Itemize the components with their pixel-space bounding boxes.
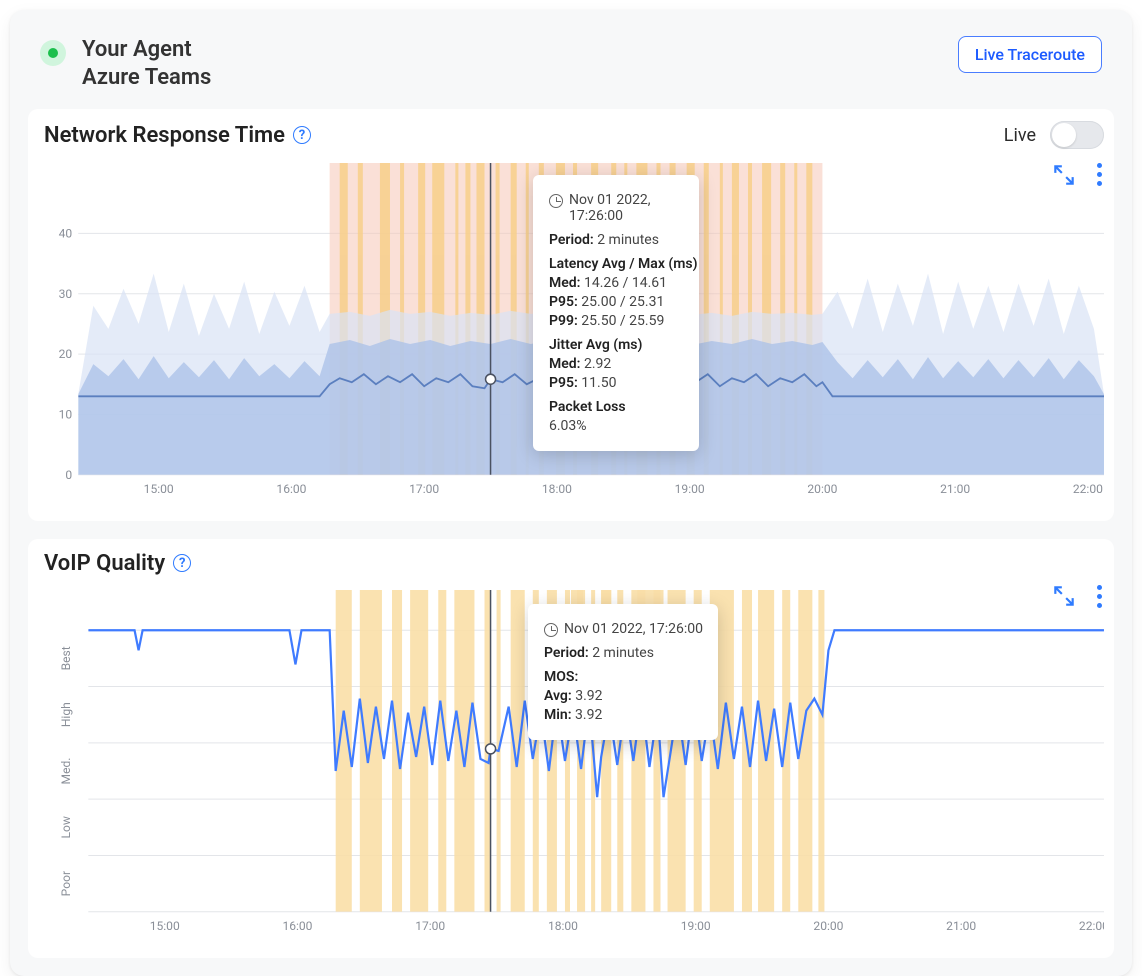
agent-subtitle: Azure Teams <box>82 64 211 92</box>
svg-text:18:00: 18:00 <box>542 482 572 496</box>
tt-timestamp-l1: Nov 01 2022, <box>569 192 651 208</box>
voip-quality-card: VoIP Quality ? <box>28 539 1114 958</box>
panel-title: VoIP Quality <box>44 551 165 576</box>
header: Your Agent Azure Teams Live Traceroute <box>10 10 1132 109</box>
titles: Your Agent Azure Teams <box>82 36 211 91</box>
voip-chart[interactable]: Poor Low Med. High Best <box>28 580 1114 958</box>
live-label: Live <box>1004 125 1036 146</box>
panel-title: Network Response Time <box>44 123 285 148</box>
svg-text:22:00: 22:00 <box>1073 482 1103 496</box>
tt-lat-p95-l: P95: <box>549 294 578 310</box>
live-toggle[interactable] <box>1050 121 1104 149</box>
svg-text:10: 10 <box>59 407 73 421</box>
header-left: Your Agent Azure Teams <box>40 36 211 91</box>
tt-lat-med-v: 14.26 / 14.61 <box>584 275 667 291</box>
tt-pl-header: Packet Loss <box>549 399 683 415</box>
network-response-card: Network Response Time ? Live <box>28 109 1114 521</box>
svg-text:20:00: 20:00 <box>807 482 837 496</box>
svg-text:18:00: 18:00 <box>548 919 578 933</box>
voip-tooltip: Nov 01 2022, 17:26:00 Period: 2 minutes … <box>528 604 718 740</box>
tt-lat-p99-l: P99: <box>549 313 578 329</box>
tt-min-v: 3.92 <box>575 707 602 723</box>
expand-icon[interactable] <box>1051 162 1077 188</box>
network-chart[interactable]: 0 10 20 30 40 <box>28 153 1114 521</box>
card-title: VoIP Quality ? <box>44 551 191 576</box>
svg-text:17:00: 17:00 <box>415 919 445 933</box>
svg-text:20: 20 <box>59 347 73 361</box>
agent-title: Your Agent <box>82 36 211 64</box>
tt-timestamp: Nov 01 2022, 17:26:00 <box>564 621 703 637</box>
dashboard-panel: Your Agent Azure Teams Live Traceroute N… <box>10 10 1132 976</box>
svg-text:21:00: 21:00 <box>940 482 970 496</box>
svg-text:High: High <box>59 702 73 727</box>
tt-period-value: 2 minutes <box>592 645 654 661</box>
tt-lat-med-l: Med: <box>549 275 580 291</box>
svg-text:Poor: Poor <box>59 871 73 896</box>
chart-toolbar <box>1051 583 1104 610</box>
svg-text:21:00: 21:00 <box>946 919 976 933</box>
clock-icon <box>544 623 558 637</box>
svg-text:40: 40 <box>59 226 73 240</box>
kebab-icon[interactable] <box>1095 583 1104 610</box>
tt-jit-med-v: 2.92 <box>584 356 611 372</box>
tt-lat-header: Latency Avg / Max (ms) <box>549 256 683 272</box>
svg-text:15:00: 15:00 <box>150 919 180 933</box>
tt-jit-med-l: Med: <box>549 356 580 372</box>
kebab-icon[interactable] <box>1095 161 1104 188</box>
chart-toolbar <box>1051 161 1104 188</box>
svg-text:19:00: 19:00 <box>675 482 705 496</box>
tt-timestamp-l2: 17:26:00 <box>569 208 623 224</box>
card-controls: Live <box>1004 121 1104 149</box>
live-traceroute-button[interactable]: Live Traceroute <box>958 36 1102 73</box>
svg-text:Low: Low <box>59 816 73 838</box>
tt-mos-label: MOS: <box>544 669 702 685</box>
status-dot-icon <box>40 40 66 66</box>
tt-jit-p95-v: 11.50 <box>581 375 616 391</box>
help-icon[interactable]: ? <box>173 554 191 572</box>
svg-text:16:00: 16:00 <box>282 919 312 933</box>
svg-text:30: 30 <box>59 287 73 301</box>
tt-jit-p95-l: P95: <box>549 375 578 391</box>
tt-lat-p99-v: 25.50 / 25.59 <box>581 313 664 329</box>
svg-text:16:00: 16:00 <box>276 482 306 496</box>
help-icon[interactable]: ? <box>293 126 311 144</box>
expand-icon[interactable] <box>1051 583 1077 609</box>
tt-jit-header: Jitter Avg (ms) <box>549 337 683 353</box>
svg-text:22:00: 22:00 <box>1079 919 1104 933</box>
clock-icon <box>549 194 563 208</box>
tt-period-value: 2 minutes <box>597 232 659 248</box>
tt-pl-value: 6.03% <box>549 418 683 434</box>
tt-period-label: Period: <box>549 232 594 248</box>
svg-text:15:00: 15:00 <box>144 482 174 496</box>
svg-text:19:00: 19:00 <box>681 919 711 933</box>
tt-lat-p95-v: 25.00 / 25.31 <box>581 294 664 310</box>
tt-period-label: Period: <box>544 645 589 661</box>
card-header: VoIP Quality ? <box>28 539 1114 580</box>
tt-min-l: Min: <box>544 707 572 723</box>
svg-text:17:00: 17:00 <box>409 482 439 496</box>
svg-text:Med.: Med. <box>59 757 73 784</box>
tt-avg-l: Avg: <box>544 688 572 704</box>
svg-text:20:00: 20:00 <box>813 919 843 933</box>
tt-avg-v: 3.92 <box>575 688 602 704</box>
svg-text:0: 0 <box>65 468 72 482</box>
svg-text:Best: Best <box>59 646 73 670</box>
card-header: Network Response Time ? Live <box>28 109 1114 153</box>
network-tooltip: Nov 01 2022, 17:26:00 Period: 2 minutes … <box>533 175 699 451</box>
card-title: Network Response Time ? <box>44 123 311 148</box>
